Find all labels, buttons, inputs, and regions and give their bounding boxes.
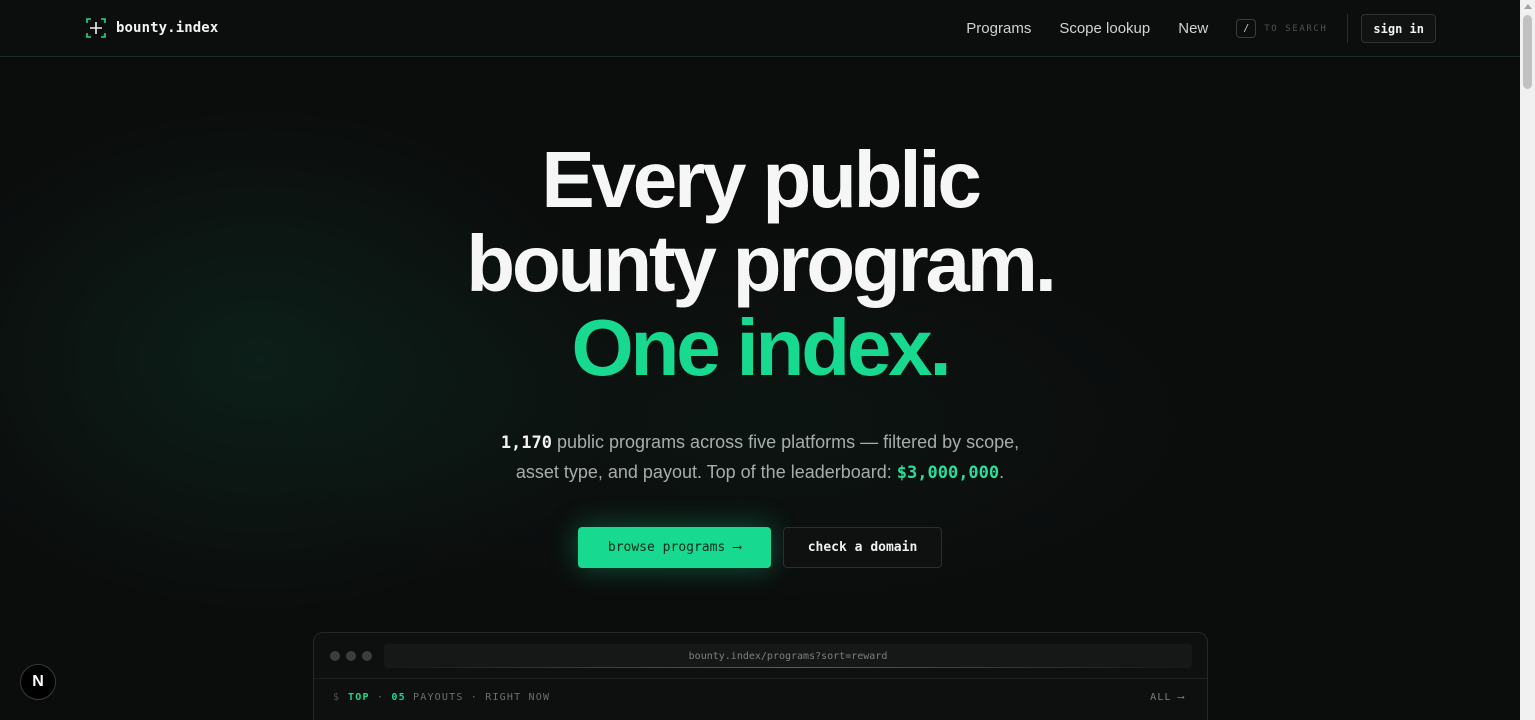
subtitle-end: . (999, 462, 1005, 482)
view-all-label: ALL (1150, 692, 1172, 703)
scroll-up-arrow-icon[interactable] (1524, 4, 1532, 9)
top-payout: $3,000,000 (896, 463, 1000, 483)
nextjs-badge[interactable]: N (20, 664, 56, 700)
program-count: 1,170 (500, 433, 552, 453)
hero-subtitle: 1,170 public programs across five platfo… (0, 428, 1520, 488)
nav-divider (1347, 14, 1349, 43)
top-label: TOP (348, 692, 370, 703)
url-bar-glow (384, 667, 1192, 668)
scroll-thumb[interactable] (1523, 15, 1532, 89)
page: bounty.index Programs Scope lookup New /… (0, 0, 1520, 720)
browse-programs-button[interactable]: browse programs ⟶ (578, 527, 771, 568)
hero-line-1: Every public (541, 135, 982, 224)
hero-line-2: bounty program. (466, 219, 1057, 308)
hero-line-3: One index. (571, 303, 952, 392)
title-separator: · (369, 692, 392, 703)
arrow-right-icon: ⟶ (733, 540, 742, 555)
browse-programs-label: browse programs (607, 540, 726, 555)
brand-name: bounty.index (116, 20, 219, 36)
nav-scope-lookup[interactable]: Scope lookup (1059, 14, 1150, 43)
search-hint-text: TO SEARCH (1264, 23, 1328, 34)
title-rest: PAYOUTS · RIGHT NOW (405, 692, 551, 703)
nav-programs[interactable]: Programs (966, 14, 1031, 43)
subtitle-part-2: asset type, and payout. Top of the leade… (515, 462, 897, 482)
subtitle-part-1: public programs across five platforms — … (552, 432, 1020, 452)
arrow-right-icon: ⟶ (1177, 692, 1185, 703)
leaderboard-title: TOP · 05 PAYOUTS · RIGHT NOW (348, 692, 550, 703)
sign-in-button[interactable]: sign in (1361, 14, 1436, 43)
slash-key: / (1236, 19, 1257, 38)
url-bar: bounty.index/programs?sort=reward (384, 644, 1192, 668)
browser-titlebar: bounty.index/programs?sort=reward (314, 633, 1207, 679)
top-header: bounty.index Programs Scope lookup New /… (0, 0, 1520, 57)
window-dot-icon (346, 651, 356, 661)
hero-heading: Every public bounty program. One index. (0, 138, 1520, 390)
window-dot-icon (362, 651, 372, 661)
search-shortcut[interactable]: / TO SEARCH (1236, 19, 1327, 38)
main-nav: Programs Scope lookup New / TO SEARCH si… (966, 14, 1436, 43)
hero-actions: browse programs ⟶ check a domain (578, 527, 942, 568)
brand-link[interactable]: bounty.index (86, 18, 218, 38)
crosshair-logo-icon (86, 18, 106, 38)
leaderboard-header: $ TOP · 05 PAYOUTS · RIGHT NOW ALL ⟶ (314, 679, 1207, 715)
window-controls (330, 651, 372, 661)
prompt-symbol: $ (333, 692, 341, 703)
view-all-link[interactable]: ALL ⟶ (1150, 692, 1185, 703)
window-dot-icon (330, 651, 340, 661)
page-scrollbar[interactable] (1520, 0, 1535, 720)
payout-count: 05 (391, 692, 406, 703)
browser-preview: bounty.index/programs?sort=reward $ TOP … (313, 632, 1208, 720)
nav-new[interactable]: New (1178, 14, 1208, 43)
check-domain-button[interactable]: check a domain (783, 527, 942, 568)
